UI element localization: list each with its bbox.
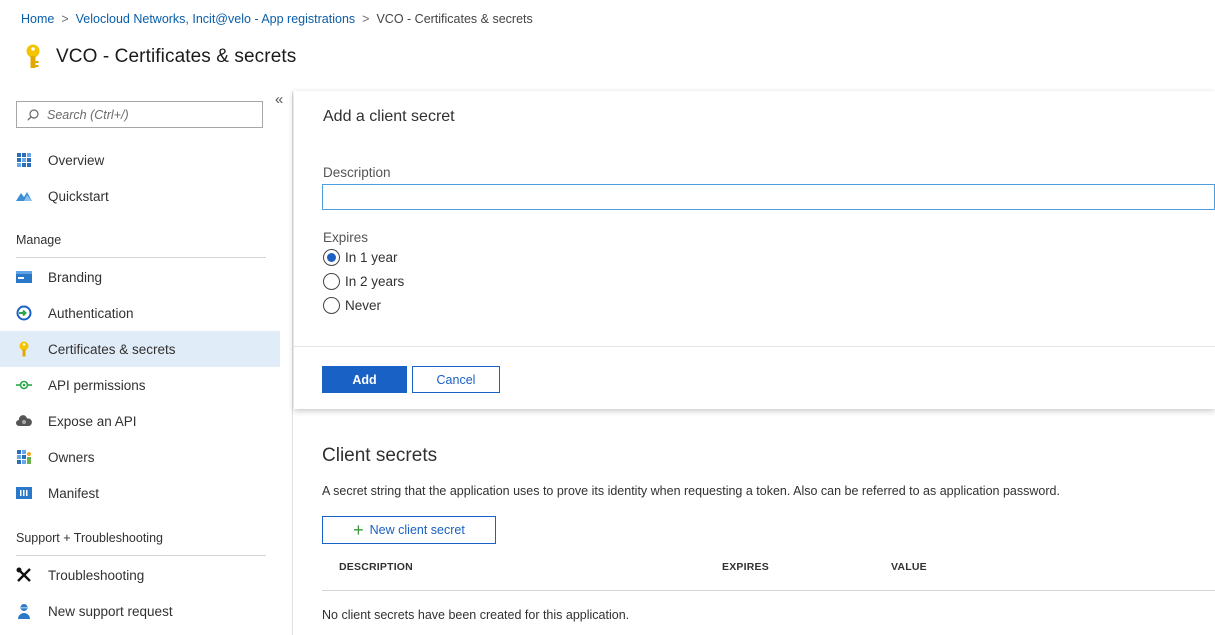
cloud-icon: [16, 413, 32, 429]
radio-button[interactable]: [323, 273, 340, 290]
sidebar-item-label: Manifest: [48, 485, 100, 501]
new-client-secret-button[interactable]: + New client secret: [322, 516, 496, 544]
key-icon: [26, 44, 40, 68]
radio-label: Never: [345, 298, 382, 313]
add-client-secret-panel: Add a client secret Description Expires …: [294, 91, 1215, 409]
page-title: VCO - Certificates & secrets: [56, 46, 297, 67]
sidebar-search[interactable]: [16, 101, 263, 128]
breadcrumb-separator: >: [362, 12, 370, 26]
breadcrumb-home[interactable]: Home: [21, 12, 54, 26]
sidebar-item-label: Overview: [48, 152, 105, 168]
page-header: VCO - Certificates & secrets: [24, 44, 296, 70]
sidebar-item-quickstart[interactable]: Quickstart: [0, 178, 280, 214]
description-input[interactable]: [322, 184, 1215, 210]
panel-title: Add a client secret: [323, 108, 455, 125]
sidebar-item-label: Owners: [48, 449, 95, 465]
sidebar-item-branding[interactable]: Branding: [0, 259, 280, 295]
sidebar-item-label: Quickstart: [48, 188, 109, 204]
breadcrumb-app-registrations[interactable]: Velocloud Networks, Incit@velo - App reg…: [76, 12, 356, 26]
sidebar-item-label: Certificates & secrets: [48, 341, 176, 357]
expires-option-never[interactable]: Never: [323, 297, 381, 314]
sidebar-item-certificates-secrets[interactable]: Certificates & secrets: [0, 331, 280, 367]
expires-label: Expires: [323, 230, 369, 245]
api-permissions-icon: [16, 377, 32, 393]
radio-label: In 2 years: [345, 274, 405, 289]
sidebar-item-owners[interactable]: Owners: [0, 439, 280, 475]
authentication-icon: [16, 305, 32, 321]
sidebar-divider: [292, 91, 293, 635]
manifest-icon: [16, 485, 32, 501]
sidebar-item-api-permissions[interactable]: API permissions: [0, 367, 280, 403]
wrench-icon: [16, 567, 32, 583]
new-client-secret-label: New client secret: [369, 523, 465, 537]
key-icon: [16, 341, 32, 357]
cancel-button[interactable]: Cancel: [412, 366, 500, 393]
sidebar-item-overview[interactable]: Overview: [0, 142, 280, 178]
expires-option-2-years[interactable]: In 2 years: [323, 273, 404, 290]
sidebar-item-label: Authentication: [48, 305, 134, 321]
sidebar-item-label: Branding: [48, 269, 103, 285]
breadcrumb-separator: >: [61, 12, 69, 26]
column-header-expires: EXPIRES: [722, 561, 769, 573]
radio-label: In 1 year: [345, 250, 398, 265]
sidebar-item-label: Troubleshooting: [48, 567, 145, 583]
search-icon: [27, 108, 39, 121]
section-header-support: Support + Troubleshooting: [16, 531, 266, 556]
sidebar-item-label: New support request: [48, 603, 173, 619]
sidebar-item-label: API permissions: [48, 377, 146, 393]
support-person-icon: [16, 603, 32, 619]
sidebar-item-troubleshooting[interactable]: Troubleshooting: [0, 557, 280, 593]
client-secrets-description: A secret string that the application use…: [322, 484, 1060, 498]
section-header-manage: Manage: [16, 233, 266, 258]
table-header-divider: [322, 590, 1215, 591]
sidebar-item-authentication[interactable]: Authentication: [0, 295, 280, 331]
empty-table-message: No client secrets have been created for …: [322, 608, 630, 622]
column-header-description: DESCRIPTION: [339, 561, 413, 573]
branding-icon: [16, 269, 32, 285]
sidebar-item-manifest[interactable]: Manifest: [0, 475, 280, 511]
search-input[interactable]: [47, 107, 237, 122]
sidebar-item-label: Expose an API: [48, 413, 137, 429]
sidebar-item-expose-api[interactable]: Expose an API: [0, 403, 280, 439]
overview-icon: [16, 152, 32, 168]
owners-icon: [16, 449, 32, 465]
radio-button[interactable]: [323, 297, 340, 314]
plus-icon: +: [353, 520, 364, 540]
expires-option-1-year[interactable]: In 1 year: [323, 249, 398, 266]
quickstart-icon: [16, 188, 32, 204]
add-button[interactable]: Add: [322, 366, 407, 393]
radio-button[interactable]: [323, 249, 340, 266]
collapse-sidebar-button[interactable]: «: [275, 91, 283, 108]
description-label: Description: [323, 165, 391, 180]
sidebar-item-new-support-request[interactable]: New support request: [0, 593, 280, 629]
breadcrumb-current: VCO - Certificates & secrets: [376, 12, 533, 26]
client-secrets-heading: Client secrets: [322, 445, 438, 466]
panel-divider: [294, 346, 1215, 347]
sidebar: « Overview Quickstart Manage Branding Au…: [0, 91, 283, 635]
column-header-value: VALUE: [891, 561, 927, 573]
breadcrumb: Home > Velocloud Networks, Incit@velo - Ap…: [21, 12, 533, 26]
